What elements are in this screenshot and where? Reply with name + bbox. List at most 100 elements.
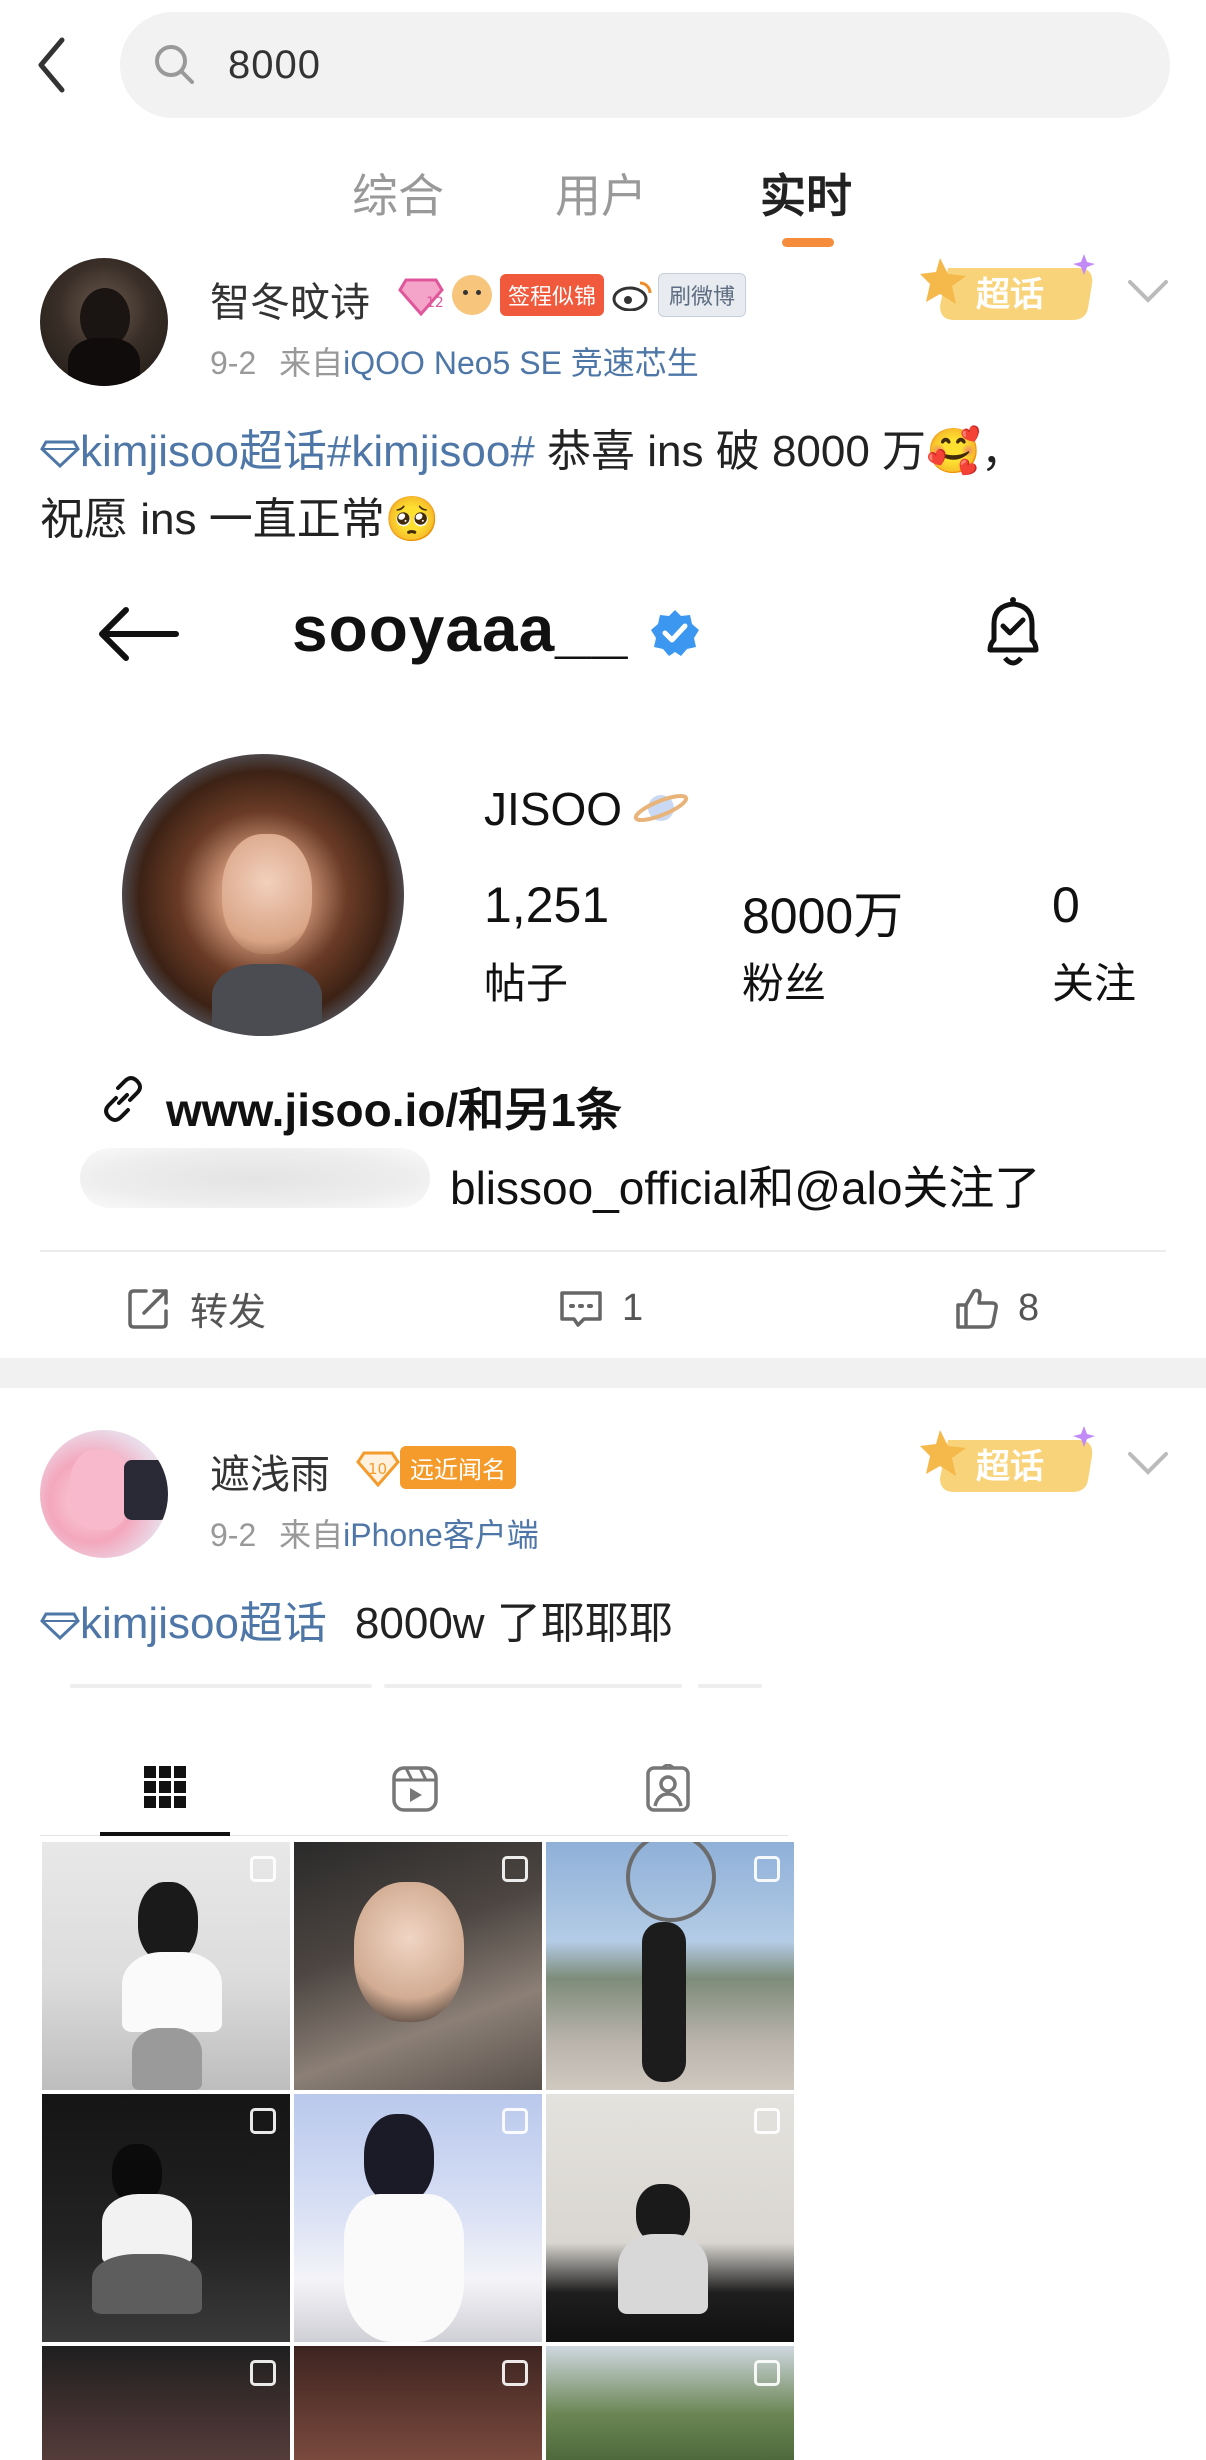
post-source[interactable]: iQOO Neo5 SE 竞速芯生 [343, 345, 699, 381]
ig-photo-thumbnail [546, 1842, 794, 2090]
comment-icon [560, 1291, 602, 1327]
avatar[interactable] [40, 258, 168, 386]
post-meta: 9-2 来自iQOO Neo5 SE 竞速芯生 [210, 338, 699, 384]
ig-photo-thumbnail [546, 2094, 794, 2342]
comment-count: 1 [622, 1286, 644, 1329]
ig-display-name: JISOO [484, 783, 623, 835]
emoji-2: 🥺 [384, 495, 440, 544]
user-badges: 12 签程似锦 刷微博 [398, 270, 747, 320]
supertopic-link[interactable]: kimjisoo超话 [80, 1599, 327, 1648]
post-menu-button[interactable] [1126, 1448, 1170, 1483]
title-badge: 签程似锦 [500, 274, 605, 316]
search-input[interactable]: 8000 [228, 43, 321, 88]
chevron-down-icon [1128, 280, 1168, 303]
supertopic-link[interactable]: kimjisoo超话 [80, 427, 327, 476]
search-bar[interactable]: 8000 [120, 12, 1170, 118]
post-text-body: 恭喜 ins 破 8000 万 [534, 427, 927, 476]
diamond-topic-icon [40, 1612, 80, 1641]
ig-photo-thumbnail [294, 2094, 542, 2342]
user-badges: 10 远近闻名 [356, 1446, 516, 1489]
supertopic-badge[interactable]: 超话 [918, 1422, 1104, 1511]
emoji: 🥰 [926, 427, 981, 476]
ig-photo-thumbnail [42, 2346, 290, 2460]
post-text-line1: kimjisoo超话#kimjisoo# 恭喜 ins 破 8000 万🥰， [40, 418, 1170, 486]
thumbs-up-icon [956, 1288, 998, 1329]
title-badge: 远近闻名 [400, 1446, 516, 1489]
ig-photo-thumbnail [546, 2346, 794, 2460]
repost-icon [128, 1289, 168, 1329]
author-name[interactable]: 智冬旼诗 [210, 270, 370, 328]
post-text: kimjisoo超话#kimjisoo# 恭喜 ins 破 8000 万🥰， 祝… [40, 418, 1170, 554]
faint-divider [70, 1684, 762, 1688]
feed-separator [0, 1358, 1206, 1388]
ig-followed-by: blissoo_official和@alo关注了 [450, 1162, 1041, 1214]
post-source[interactable]: iPhone客户端 [343, 1517, 539, 1553]
tab-comprehensive[interactable]: 综合 [352, 160, 444, 226]
ig-posts-count: 1,251 [484, 877, 610, 933]
tab-indicator [782, 238, 834, 247]
post-date: 9-2 [210, 345, 257, 381]
ig-followers-label: 粉丝 [742, 960, 827, 1007]
repost-button[interactable]: 转发 [126, 1278, 266, 1338]
post-menu-button[interactable] [1126, 276, 1170, 311]
grid-icon [144, 1766, 186, 1808]
like-button[interactable]: 8 [954, 1278, 1039, 1338]
divider [40, 1250, 1166, 1252]
ig-profile-avatar [122, 754, 404, 1036]
post-date: 9-2 [210, 1517, 257, 1553]
comment-button[interactable]: 1 [558, 1278, 643, 1338]
verified-badge-icon [651, 610, 699, 656]
arrow-left-icon [99, 607, 179, 661]
svg-text:12: 12 [426, 295, 444, 311]
ig-photo-thumbnail [294, 1842, 542, 2090]
supertopic-badge[interactable]: 超话 [918, 250, 1104, 339]
source-prefix: 来自 [279, 1517, 344, 1553]
diamond-topic-icon [40, 440, 80, 469]
svg-text:超话: 超话 [976, 1447, 1044, 1487]
like-count: 8 [1018, 1286, 1040, 1329]
avatar[interactable] [40, 1430, 168, 1558]
chevron-down-icon [1128, 1452, 1168, 1475]
weibo-badge: 刷微博 [612, 273, 747, 317]
reels-icon [392, 1766, 438, 1812]
ig-photo-thumbnail [42, 2094, 290, 2342]
level-diamond-icon: 12 [398, 278, 444, 316]
tab-users[interactable]: 用户 [555, 160, 647, 226]
repost-label: 转发 [190, 1291, 267, 1334]
author-name[interactable]: 遮浅雨 [210, 1442, 330, 1500]
ig-handle: sooyaaa__ [292, 593, 629, 665]
post-text: kimjisoo超话 8000w 了耶耶耶 [40, 1590, 673, 1658]
chevron-left-icon [38, 37, 65, 93]
ig-followers-count: 8000万 [742, 888, 904, 944]
ig-posts-label: 帖子 [484, 960, 569, 1007]
weibo-badge-label: 刷微博 [658, 273, 747, 317]
planet-emoji-icon [633, 793, 689, 823]
ig-following-count: 0 [1052, 877, 1080, 933]
post-meta: 9-2 来自iPhone客户端 [210, 1510, 539, 1556]
post-text-punct: ， [980, 427, 1025, 476]
svg-text:超话: 超话 [976, 275, 1044, 315]
source-prefix: 来自 [279, 345, 344, 381]
ig-tab-indicator [100, 1832, 230, 1836]
ig-photo-thumbnail [294, 2346, 542, 2460]
blurred-followers [80, 1148, 430, 1208]
link-icon [104, 1076, 142, 1122]
search-icon [155, 45, 194, 84]
post-text-body-2: 祝愿 ins 一直正常 [40, 495, 385, 544]
tagged-icon [646, 1764, 690, 1812]
hashtag-link[interactable]: #kimjisoo# [327, 427, 535, 476]
post-text-body: 8000w 了耶耶耶 [354, 1599, 673, 1648]
ig-following-label: 关注 [1052, 960, 1137, 1007]
supertopic-sticker-icon: 超话 [920, 254, 1095, 320]
back-button[interactable] [26, 32, 76, 98]
bell-check-icon [987, 597, 1039, 666]
supertopic-sticker-icon: 超话 [920, 1426, 1095, 1492]
level-diamond-icon: 10 [356, 1451, 400, 1487]
ig-photo-thumbnail [42, 1842, 290, 2090]
ig-bio-link: www.jisoo.io/和另1条 [166, 1084, 622, 1136]
post-text-line2: 祝愿 ins 一直正常🥺 [40, 486, 1170, 554]
svg-text:10: 10 [368, 1460, 387, 1478]
emoji-badge-icon [452, 275, 492, 315]
tab-realtime[interactable]: 实时 [760, 160, 852, 226]
weibo-icon [612, 281, 652, 311]
